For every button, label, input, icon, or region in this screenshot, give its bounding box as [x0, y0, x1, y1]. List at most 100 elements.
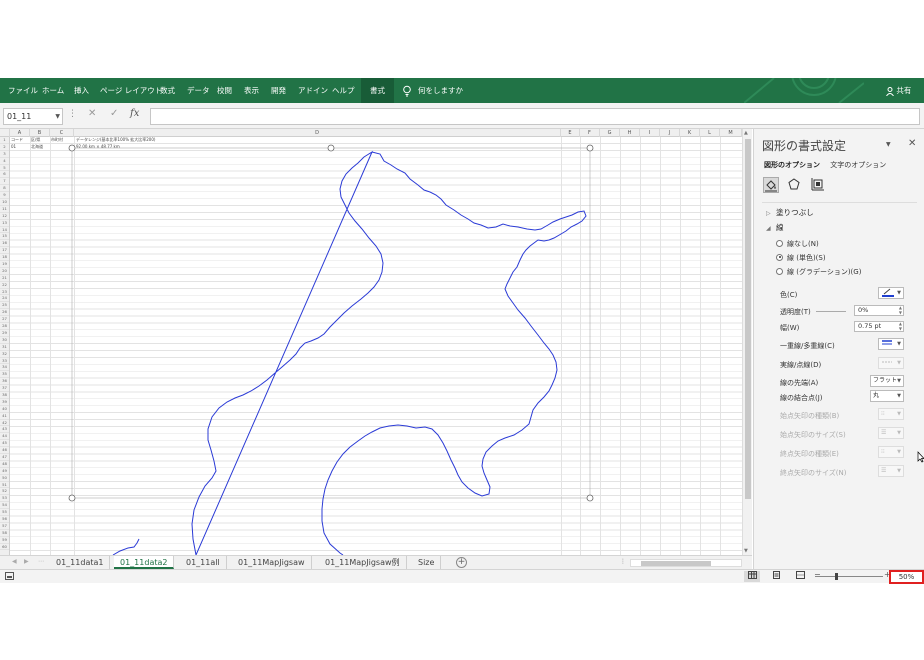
radio-gradient-line[interactable]: 線 (グラデーション)(G)	[776, 267, 861, 277]
join-type-dropdown[interactable]: 丸 ▼	[870, 390, 904, 402]
more-options-icon[interactable]: ⋮	[68, 109, 77, 119]
fill-line-icon[interactable]	[763, 177, 779, 193]
label-cap: 線の先端(A)	[780, 379, 819, 387]
tab-page-layout[interactable]: ページ レイアウト	[100, 78, 162, 103]
label-color: 色(C)	[780, 291, 798, 299]
check-icon[interactable]: ✓	[110, 108, 118, 119]
resize-handle[interactable]	[68, 494, 76, 502]
map-outline-shape[interactable]	[112, 150, 587, 555]
cancel-icon[interactable]: ✕	[88, 108, 96, 119]
transparency-slider[interactable]	[816, 311, 846, 312]
zoom-out-icon[interactable]: −	[814, 570, 821, 579]
sheet-tab[interactable]: 01_11MapJigsaw例	[319, 556, 407, 569]
label-begin-arrow-size: 始点矢印のサイズ(S)	[780, 431, 846, 439]
size-properties-icon[interactable]	[811, 177, 827, 193]
tab-home[interactable]: ホーム	[42, 78, 64, 103]
radio-solid-line[interactable]: 線 (単色)(S)	[776, 253, 826, 263]
name-box-value: 01_11	[7, 112, 32, 121]
name-box[interactable]: 01_11 ▼	[3, 108, 63, 125]
ribbon-tab-bar: ファイル ホーム 挿入 ページ レイアウト 数式 データ 校閲 表示 開発 アド…	[0, 78, 924, 103]
tab-developer[interactable]: 開発	[271, 78, 286, 103]
cap-type-dropdown[interactable]: フラット ▼	[870, 375, 904, 387]
end-arrow-size-dropdown[interactable]: ☰ ▼	[878, 465, 904, 477]
sheet-tab-bar: ◀ ▶ ⋯ 01_11data1 01_11data2 01_11all 01_…	[0, 555, 752, 569]
sheet-tab-active[interactable]: 01_11data2	[114, 556, 175, 569]
prev-sheet-icon[interactable]: ◀	[12, 558, 17, 565]
page-layout-view-icon[interactable]	[768, 571, 784, 582]
section-line[interactable]: ◢ 線	[766, 222, 784, 233]
shape-selection-frame	[71, 147, 591, 499]
begin-arrow-size-dropdown[interactable]: ☰ ▼	[878, 427, 904, 439]
sheet-tab[interactable]: 01_11MapJigsaw	[232, 556, 312, 569]
format-shape-pane: 図形の書式設定 ▼ ✕ 図形のオプション 文字のオプション ▷ 塗りつぶし ◢ 線 …	[753, 129, 924, 569]
tab-data[interactable]: データ	[187, 78, 210, 103]
label-end-arrow-size: 終点矢印のサイズ(N)	[780, 469, 847, 477]
scroll-up-icon[interactable]: ▲	[744, 130, 748, 136]
arrow-size-icon: ☰	[881, 429, 887, 436]
section-fill[interactable]: ▷ 塗りつぶし	[766, 207, 814, 218]
close-icon[interactable]: ✕	[908, 138, 916, 149]
sheet-tab[interactable]: 01_11all	[180, 556, 227, 569]
width-input[interactable]: 0.75 pt ▲ ▼	[854, 321, 904, 332]
chevron-down-icon[interactable]: ▼	[886, 141, 891, 148]
vertical-scrollbar[interactable]: ▲ ▼	[742, 129, 752, 555]
insert-function-icon[interactable]: fx	[130, 108, 139, 119]
compound-line-icon	[882, 340, 892, 345]
resize-handle[interactable]	[327, 144, 335, 152]
tab-review[interactable]: 校閲	[217, 78, 232, 103]
tab-text-options[interactable]: 文字のオプション	[830, 161, 886, 169]
zoom-slider[interactable]	[815, 573, 883, 580]
ribbon-decoration	[744, 78, 864, 103]
transparency-input[interactable]: 0% ▲ ▼	[854, 305, 904, 316]
tab-formulas[interactable]: 数式	[160, 78, 175, 103]
more-sheets-icon[interactable]: ⋯	[38, 558, 44, 565]
tab-shape-options[interactable]: 図形のオプション	[764, 161, 820, 169]
horizontal-scroll-thumb[interactable]	[641, 561, 711, 566]
add-sheet-button[interactable]: +	[456, 557, 467, 568]
resize-handle[interactable]	[586, 144, 594, 152]
person-icon	[886, 86, 894, 96]
more-options-icon[interactable]: ⋮	[620, 558, 626, 565]
zoom-slider-knob[interactable]	[835, 573, 838, 580]
sheet-tab[interactable]: 01_11data1	[50, 556, 111, 569]
end-arrow-type-dropdown[interactable]: ⁝⁝ ▼	[878, 446, 904, 458]
label-transparency: 透明度(T)	[780, 308, 811, 316]
dash-type-dropdown[interactable]: ▼	[878, 357, 904, 369]
tab-insert[interactable]: 挿入	[74, 78, 89, 103]
effects-icon[interactable]	[787, 177, 803, 193]
radio-no-line[interactable]: 線なし(N)	[776, 239, 819, 249]
share-button[interactable]: 共有	[886, 78, 911, 103]
page-break-view-icon[interactable]	[792, 571, 808, 582]
next-sheet-icon[interactable]: ▶	[24, 558, 29, 565]
tab-help[interactable]: ヘルプ	[332, 78, 355, 103]
worksheet-grid[interactable]: A B C D E F G H I J K L M 1 2 3 4 5 6 7 8 9 10 11 1…	[0, 129, 752, 555]
tell-me-search[interactable]: 何をしますか	[418, 78, 463, 103]
label-dash: 実線/点線(D)	[780, 361, 822, 369]
label-join: 線の結合点(J)	[780, 394, 823, 402]
dash-line-icon	[882, 361, 892, 363]
scroll-down-icon[interactable]: ▼	[744, 548, 748, 554]
tab-file[interactable]: ファイル	[8, 78, 38, 103]
tab-view[interactable]: 表示	[244, 78, 259, 103]
chevron-down-icon[interactable]: ▼	[55, 109, 60, 124]
macro-record-icon[interactable]	[5, 572, 14, 582]
mouse-cursor-icon	[917, 451, 924, 463]
resize-handle[interactable]	[586, 494, 594, 502]
sheet-tab[interactable]: Size	[412, 556, 442, 569]
formula-bar: 01_11 ▼ ⋮ ✕ ✓ fx	[0, 103, 924, 129]
normal-view-icon[interactable]	[744, 571, 760, 582]
tab-format[interactable]: 書式	[361, 78, 394, 103]
compound-type-dropdown[interactable]: ▼	[878, 338, 904, 350]
begin-arrow-type-dropdown[interactable]: ⁝⁝ ▼	[878, 408, 904, 420]
share-label: 共有	[896, 86, 912, 95]
section-fill-label: 塗りつぶし	[776, 208, 814, 217]
line-color-picker[interactable]: ▼	[878, 287, 904, 299]
vertical-scroll-thumb[interactable]	[745, 139, 751, 499]
formula-input[interactable]	[150, 108, 920, 125]
horizontal-scrollbar[interactable]	[630, 559, 742, 567]
pane-divider	[762, 202, 917, 203]
resize-handle[interactable]	[68, 144, 76, 152]
zoom-level[interactable]: 50%	[889, 570, 924, 584]
tab-addins[interactable]: アドイン	[298, 78, 328, 103]
chevron-right-icon: ▷	[766, 210, 771, 217]
